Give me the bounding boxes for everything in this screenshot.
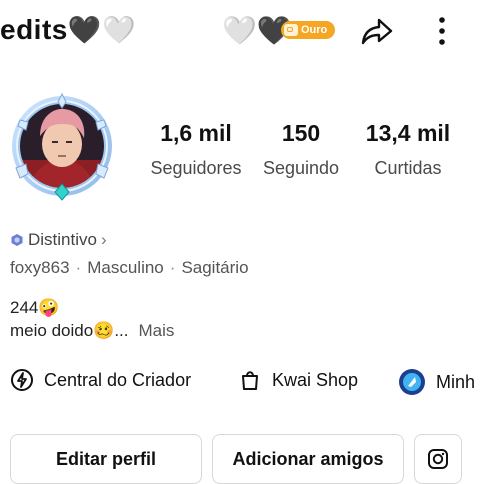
edit-profile-button[interactable]: Editar perfil [10,434,202,484]
badge-label: Ouro [301,24,328,36]
title-text: edits [0,14,68,45]
user-info-line: foxy863 · Masculino · Sagitário [10,258,249,278]
bio-line-1: 244🤪 [10,298,60,317]
creator-center-label: Central do Criador [44,369,192,390]
avatar[interactable] [6,90,118,202]
bio-text: meio doido🥴... [10,321,129,340]
separator: · [169,258,176,277]
gender: Masculino [87,258,164,277]
separator: · [75,258,82,277]
more-options-icon[interactable] [432,15,452,47]
distintivo-label: Distintivo [28,230,97,249]
following-count[interactable]: 150 [251,120,351,147]
creator-center-link[interactable]: Central do Criador [10,368,191,392]
followers-count[interactable]: 1,6 mil [146,120,246,147]
following-label[interactable]: Seguindo [251,158,351,179]
minh-label: Minh [436,371,476,392]
username: foxy863 [10,258,70,277]
profile-title: edits🖤🤍 [0,14,136,46]
kwai-shop-link[interactable]: Kwai Shop [238,368,358,392]
hexagon-badge-icon [11,234,23,246]
likes-count: 13,4 mil [365,120,451,146]
shopping-bag-icon [242,371,258,390]
zodiac-sign: Sagitário [181,258,249,277]
badge-icon [284,24,298,36]
instagram-button[interactable] [414,434,462,484]
minh-link[interactable]: Minh [398,368,475,396]
bio-line-2: meio doido🥴... Mais [10,321,174,341]
instagram-icon [428,449,448,469]
bio-more-link[interactable]: Mais [139,321,175,340]
kwai-shop-label: Kwai Shop [272,369,359,390]
game-badge-icon [399,369,425,395]
likes-label: Curtidas [374,158,442,178]
followers-label[interactable]: Seguidores [136,158,256,179]
ouro-badge[interactable]: Ouro [281,21,336,39]
chevron-right-icon: › [100,230,107,249]
add-friends-button[interactable]: Adicionar amigos [212,434,404,484]
share-icon[interactable] [360,14,394,48]
distintivo-link[interactable]: Distintivo › [10,230,107,250]
lightning-icon [11,369,33,391]
title-hearts: 🖤🤍 [67,15,137,45]
